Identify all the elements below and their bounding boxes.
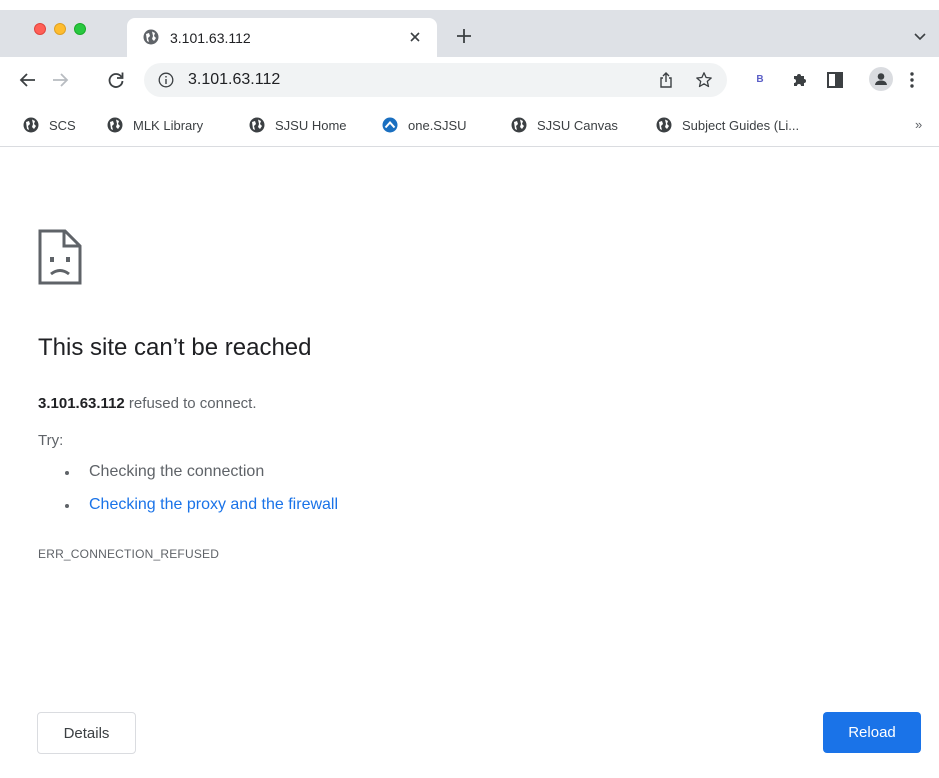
- extension-b-icon[interactable]: B: [751, 71, 769, 89]
- error-host: 3.101.63.112: [38, 395, 125, 412]
- person-icon: [875, 73, 887, 85]
- profile-avatar[interactable]: [869, 67, 893, 91]
- bookmark-sjsu-home[interactable]: SJSU Home: [249, 115, 347, 135]
- details-button[interactable]: Details: [37, 712, 136, 754]
- suggestions-list: Checking the connection Checking the pro…: [64, 463, 338, 529]
- bookmark-subject-guides[interactable]: Subject Guides (Li...: [656, 115, 799, 135]
- bookmark-label: SCS: [49, 117, 76, 133]
- error-code: ERR_CONNECTION_REFUSED: [38, 547, 220, 561]
- fullscreen-window-button[interactable]: [74, 23, 86, 35]
- bookmark-label: SJSU Canvas: [537, 117, 618, 133]
- error-summary: 3.101.63.112 refused to connect.: [38, 395, 257, 412]
- bookmark-sjsu-canvas[interactable]: SJSU Canvas: [511, 115, 618, 135]
- bookmark-one-sjsu[interactable]: one.SJSU: [382, 115, 467, 135]
- bookmark-label: one.SJSU: [408, 117, 467, 133]
- globe-icon: [656, 117, 672, 133]
- side-panel-icon[interactable]: [825, 70, 845, 90]
- reload-button[interactable]: Reload: [823, 712, 921, 753]
- globe-icon: [23, 117, 39, 133]
- tab-strip: 3.101.63.112: [0, 10, 939, 57]
- bookmarks-overflow-button[interactable]: »: [915, 117, 922, 132]
- bookmark-label: MLK Library: [133, 117, 204, 133]
- error-heading: This site can’t be reached: [38, 334, 312, 361]
- try-label: Try:: [38, 432, 64, 449]
- share-icon[interactable]: [657, 71, 675, 89]
- address-bar[interactable]: 3.101.63.112: [144, 63, 727, 97]
- globe-icon: [511, 117, 527, 133]
- sad-page-icon: [38, 229, 82, 285]
- minimize-window-button[interactable]: [54, 23, 66, 35]
- bookmark-label: SJSU Home: [275, 117, 347, 133]
- browser-toolbar: 3.101.63.112 B: [0, 57, 939, 104]
- site-info-icon[interactable]: [158, 72, 174, 88]
- bookmarks-bar: SCS MLK Library SJSU Home one.SJSU SJSU …: [0, 104, 939, 147]
- chevron-down-icon[interactable]: [913, 32, 927, 42]
- globe-icon: [143, 29, 159, 45]
- bookmark-star-icon[interactable]: [695, 71, 713, 89]
- new-tab-button[interactable]: [455, 27, 473, 45]
- more-menu-icon[interactable]: [902, 70, 922, 90]
- globe-icon: [107, 117, 123, 133]
- close-window-button[interactable]: [34, 23, 46, 35]
- suggestion-check-connection: Checking the connection: [64, 463, 338, 496]
- url-text[interactable]: 3.101.63.112: [188, 71, 280, 89]
- reload-icon[interactable]: [106, 70, 126, 90]
- error-summary-rest: refused to connect.: [124, 395, 257, 412]
- back-arrow-icon[interactable]: [18, 70, 38, 90]
- bookmark-label: Subject Guides (Li...: [682, 117, 800, 133]
- suggestion-check-proxy-link[interactable]: Checking the proxy and the firewall: [64, 496, 338, 529]
- bookmark-scs[interactable]: SCS: [23, 115, 76, 135]
- bookmark-mlk-library[interactable]: MLK Library: [107, 115, 203, 135]
- globe-icon: [249, 117, 265, 133]
- forward-arrow-icon[interactable]: [50, 70, 70, 90]
- onesjsu-logo-icon: [382, 117, 398, 133]
- tab-title: 3.101.63.112: [170, 30, 251, 46]
- extensions-puzzle-icon[interactable]: [790, 70, 810, 90]
- active-tab[interactable]: 3.101.63.112: [127, 18, 437, 57]
- close-tab-icon[interactable]: [407, 29, 423, 45]
